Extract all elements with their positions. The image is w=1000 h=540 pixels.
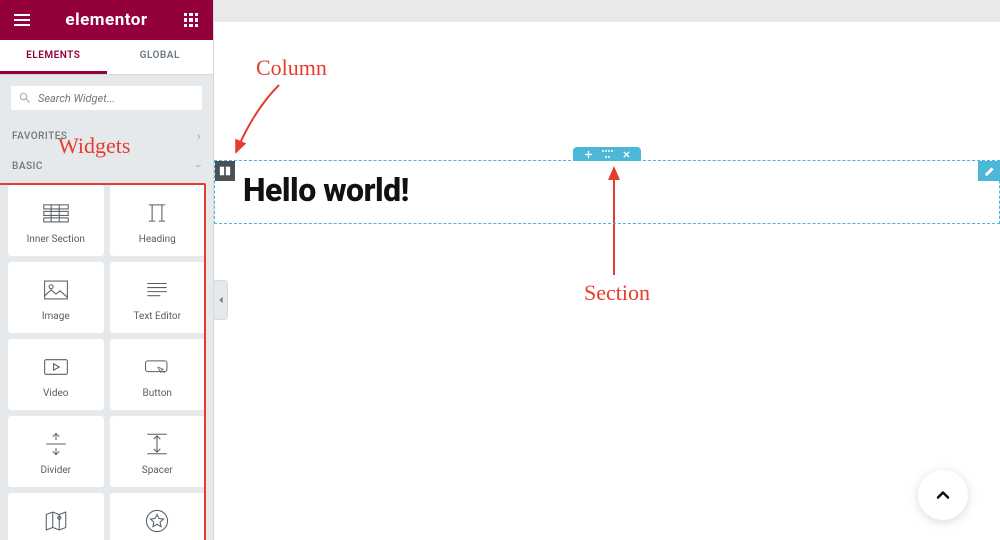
- widget-video[interactable]: Video: [8, 339, 104, 410]
- heading-icon: [144, 200, 170, 226]
- widget-spacer[interactable]: Spacer: [110, 416, 206, 487]
- widget-label: Video: [43, 388, 68, 399]
- map-icon: [43, 508, 69, 534]
- pencil-icon: [984, 166, 995, 177]
- panel-header: elementor: [0, 0, 213, 40]
- spacer-icon: [144, 431, 170, 457]
- panel-tabs: ELEMENTS GLOBAL: [0, 40, 213, 75]
- chevron-left-icon: [217, 296, 225, 304]
- section[interactable]: Hello world!: [214, 160, 1000, 224]
- edit-handle[interactable]: [978, 161, 1000, 181]
- column[interactable]: Hello world!: [214, 160, 1000, 224]
- section-delete-button[interactable]: [621, 149, 631, 159]
- section-drag-handle[interactable]: [601, 150, 613, 158]
- editor-canvas[interactable]: Column Section: [214, 0, 1000, 540]
- group-favorites-label: FAVORITES: [12, 131, 67, 142]
- text-editor-icon: [144, 277, 170, 303]
- elementor-logo: elementor: [65, 10, 147, 30]
- group-favorites[interactable]: FAVORITES ›: [0, 121, 213, 151]
- widget-label: Button: [143, 388, 172, 399]
- column-handle[interactable]: [215, 161, 235, 181]
- widget-google-maps[interactable]: Google Maps: [8, 493, 104, 540]
- widgets-list: Inner Section Heading Image Text Editor: [0, 181, 213, 540]
- widget-image[interactable]: Image: [8, 262, 104, 333]
- annotation-section-label: Section: [584, 280, 650, 306]
- apps-grid-button[interactable]: [173, 2, 209, 38]
- panel-collapse-toggle[interactable]: [214, 280, 228, 320]
- group-basic-label: BASIC: [12, 161, 43, 172]
- widget-heading[interactable]: Heading: [110, 185, 206, 256]
- widget-label: Divider: [40, 465, 71, 476]
- widget-inner-section[interactable]: Inner Section: [8, 185, 104, 256]
- star-icon: [144, 508, 170, 534]
- heading-widget[interactable]: Hello world!: [215, 161, 999, 223]
- search-icon: [18, 91, 32, 105]
- group-basic[interactable]: BASIC ›: [0, 151, 213, 181]
- columns-icon: [219, 165, 231, 177]
- annotation-column-label: Column: [256, 55, 327, 81]
- scroll-to-top-button[interactable]: [918, 470, 968, 520]
- section-controls: [573, 147, 641, 161]
- widget-button[interactable]: Button: [110, 339, 206, 410]
- grid-icon: [184, 13, 198, 27]
- tab-elements[interactable]: ELEMENTS: [0, 40, 107, 74]
- chevron-down-icon: ›: [192, 164, 206, 168]
- widget-text-editor[interactable]: Text Editor: [110, 262, 206, 333]
- search-container: [0, 75, 213, 121]
- widget-divider[interactable]: Divider: [8, 416, 104, 487]
- widget-label: Heading: [139, 234, 176, 245]
- button-icon: [144, 354, 170, 380]
- plus-icon: [584, 150, 593, 159]
- widget-label: Spacer: [142, 465, 173, 476]
- close-icon: [622, 150, 631, 159]
- search-input[interactable]: [38, 92, 195, 105]
- chevron-up-icon: [933, 485, 953, 505]
- annotation-column-arrow: [224, 80, 294, 160]
- video-icon: [43, 354, 69, 380]
- chevron-right-icon: ›: [197, 129, 201, 143]
- canvas-top-strip: [214, 0, 1000, 22]
- image-icon: [43, 277, 69, 303]
- hamburger-menu-button[interactable]: [4, 2, 40, 38]
- widget-label: Image: [42, 311, 70, 322]
- tab-global[interactable]: GLOBAL: [107, 40, 214, 74]
- widget-icon[interactable]: Icon: [110, 493, 206, 540]
- widget-label: Text Editor: [134, 311, 181, 322]
- divider-icon: [43, 431, 69, 457]
- widget-label: Inner Section: [27, 234, 85, 245]
- elementor-panel: elementor ELEMENTS GLOBAL FAVORITES › BA…: [0, 0, 214, 540]
- section-add-button[interactable]: [583, 149, 593, 159]
- inner-section-icon: [43, 200, 69, 226]
- search-box[interactable]: [10, 85, 203, 111]
